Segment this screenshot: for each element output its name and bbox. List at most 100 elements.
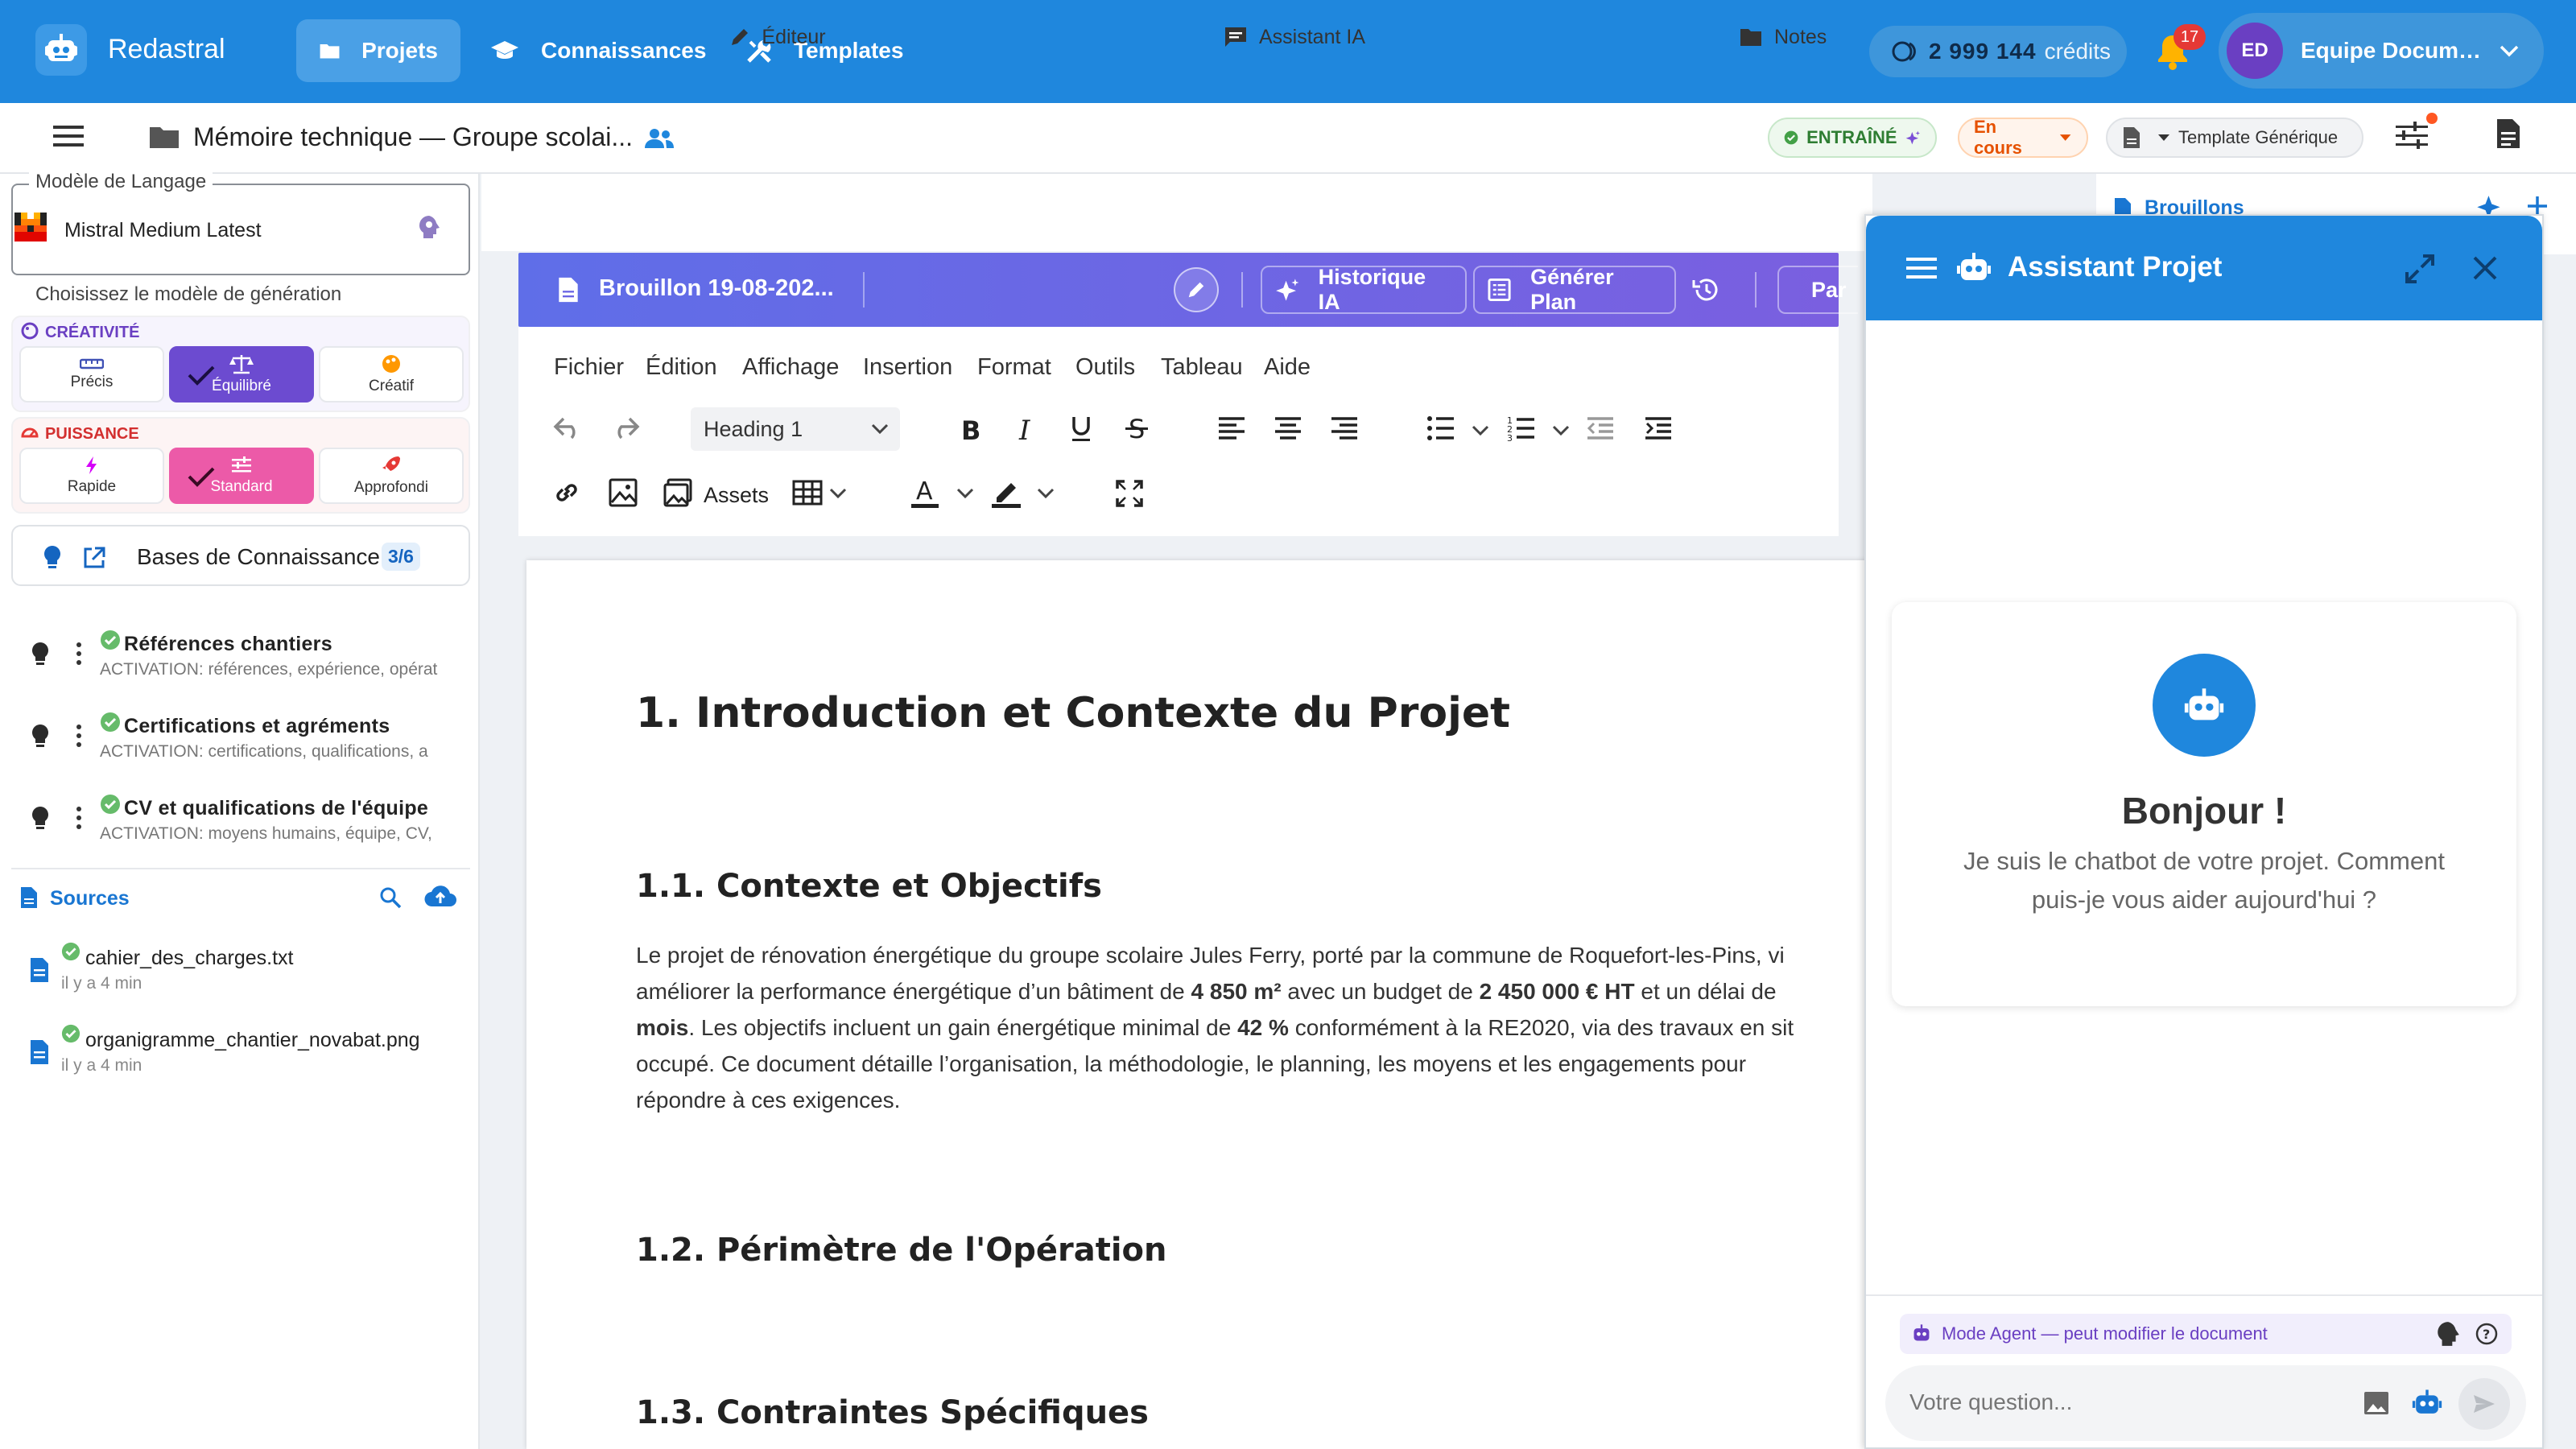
table-icon[interactable] [792, 480, 823, 506]
image-attach-icon[interactable] [2363, 1391, 2389, 1415]
document-title[interactable]: Mémoire technique — Groupe scolai... [193, 122, 633, 152]
question-input[interactable] [1909, 1385, 2344, 1420]
align-center-icon[interactable] [1274, 415, 1302, 441]
robot-icon[interactable] [2412, 1388, 2442, 1417]
numbered-list-icon[interactable]: 123 [1507, 414, 1536, 443]
search-icon[interactable] [378, 886, 402, 910]
kb-item[interactable]: CV et qualifications de l'équipe ACTIVAT… [0, 784, 480, 865]
indent-icon[interactable] [1644, 415, 1673, 441]
undo-icon[interactable] [552, 415, 584, 440]
menu-tableau[interactable]: Tableau [1161, 354, 1243, 381]
italic-icon[interactable]: I [1014, 415, 1038, 443]
creativity-option-creatif[interactable]: Créatif [319, 346, 464, 402]
cloud-upload-icon[interactable] [423, 884, 457, 910]
menu-outils[interactable]: Outils [1075, 354, 1135, 381]
source-name: cahier_des_charges.txt [85, 947, 294, 969]
pencil-icon [732, 29, 749, 45]
user-menu[interactable]: ED Equipe Documen... [2219, 13, 2544, 89]
chevron-down-icon[interactable] [1037, 488, 1055, 499]
menu-affichage[interactable]: Affichage [742, 354, 839, 381]
kb-item[interactable]: Références chantiers ACTIVATION: référen… [0, 620, 480, 700]
text-run: et un délai de [1634, 979, 1777, 1004]
close-icon[interactable] [2471, 254, 2499, 282]
align-left-icon[interactable] [1217, 415, 1246, 441]
tab-assistant-ia[interactable]: Assistant IA [1024, 0, 1565, 74]
divider [863, 272, 865, 308]
more-vertical-icon[interactable] [76, 723, 82, 749]
power-option-rapide[interactable]: Rapide [19, 448, 164, 504]
shared-users-icon[interactable] [644, 127, 675, 150]
folder-icon [1740, 29, 1761, 46]
nav-projets[interactable]: Projets [296, 19, 460, 82]
document-icon [559, 277, 578, 303]
kb-item[interactable]: Certifications et agréments ACTIVATION: … [0, 702, 480, 782]
svg-text:A: A [916, 477, 933, 506]
hamburger-menu-button[interactable] [53, 124, 84, 148]
strikethrough-icon[interactable]: S [1124, 414, 1150, 443]
tab-notes[interactable]: Notes [1739, 0, 1868, 74]
outdent-icon[interactable] [1586, 415, 1615, 441]
check-circle-icon [101, 630, 120, 650]
progress-status-select[interactable]: En cours [1958, 117, 2088, 158]
assets-label[interactable]: Assets [704, 483, 769, 508]
creativity-option-precis[interactable]: Précis [19, 346, 164, 402]
document-icon [2124, 127, 2140, 148]
bullet-list-icon[interactable] [1426, 415, 1455, 441]
menu-format[interactable]: Format [977, 354, 1051, 381]
lightbulb-icon[interactable] [31, 641, 50, 667]
chevron-down-icon[interactable] [1552, 425, 1570, 436]
lightbulb-icon[interactable] [31, 723, 50, 749]
settings-sliders-button[interactable] [2394, 119, 2429, 151]
redo-icon[interactable] [609, 415, 641, 440]
trained-status-chip[interactable]: ENTRAÎNÉ [1768, 118, 1937, 158]
text-color-icon[interactable]: A [910, 477, 940, 509]
align-right-icon[interactable] [1330, 415, 1359, 441]
assets-icon[interactable] [663, 478, 692, 507]
kb-item-activation: ACTIVATION: certifications, qualificatio… [100, 742, 428, 761]
share-button[interactable]: Par [1777, 266, 1858, 314]
menu-icon[interactable] [1906, 256, 1937, 280]
menu-fichier[interactable]: Fichier [554, 354, 624, 381]
rename-draft-button[interactable] [1174, 267, 1219, 312]
chevron-down-icon[interactable] [1472, 425, 1489, 436]
model-legend: Modèle de Langage [29, 171, 213, 193]
credits-counter[interactable]: 2 999 144 crédits [1869, 26, 2127, 77]
menu-edition[interactable]: Édition [646, 354, 717, 381]
menu-aide[interactable]: Aide [1264, 354, 1311, 381]
fullscreen-icon[interactable] [1116, 480, 1143, 507]
source-item[interactable]: organigramme_chantier_novabat.png il y a… [0, 1016, 480, 1096]
chevron-down-icon[interactable] [956, 488, 974, 499]
ai-history-button[interactable]: Historique IA [1261, 265, 1467, 314]
source-item[interactable]: cahier_des_charges.txt il y a 4 min [0, 934, 480, 1014]
help-circle-icon[interactable]: ? [2475, 1322, 2499, 1346]
history-icon[interactable] [1692, 277, 1719, 303]
chevron-down-icon[interactable] [829, 488, 847, 499]
power-option-approfondi[interactable]: Approfondi [319, 448, 464, 504]
tab-editeur[interactable]: Éditeur [531, 0, 1024, 77]
draft-title[interactable]: Brouillon 19-08-202... [599, 275, 834, 302]
app-logo[interactable] [35, 24, 87, 76]
link-icon[interactable] [552, 478, 581, 507]
send-button[interactable] [2458, 1378, 2510, 1430]
highlight-icon[interactable] [990, 477, 1022, 509]
user-avatar: ED [2227, 23, 2283, 79]
more-vertical-icon[interactable] [76, 805, 82, 831]
psychology-icon[interactable] [2434, 1320, 2462, 1348]
template-select[interactable]: Template Générique [2106, 118, 2363, 158]
lightbulb-icon[interactable] [31, 805, 50, 831]
expand-icon[interactable] [2404, 253, 2436, 285]
check-circle-icon [101, 795, 120, 814]
more-vertical-icon[interactable] [76, 641, 82, 667]
document-page[interactable]: 1. Introduction et Contexte du Projet 1.… [526, 560, 1895, 1449]
psychology-icon[interactable] [417, 214, 441, 240]
block-format-select[interactable]: Heading 1 [691, 407, 900, 451]
menu-insertion[interactable]: Insertion [863, 354, 952, 381]
chat-input[interactable] [1885, 1365, 2526, 1441]
image-icon[interactable] [609, 478, 638, 507]
knowledge-bases-button[interactable]: Bases de Connaissance 3/6 [11, 525, 470, 586]
underline-icon[interactable] [1069, 414, 1093, 443]
generate-plan-button[interactable]: Générer Plan [1473, 265, 1676, 314]
document-panel-button[interactable] [2496, 118, 2521, 150]
agent-mode-bar[interactable]: Mode Agent — peut modifier le document ? [1900, 1314, 2512, 1354]
bold-icon[interactable]: B [958, 415, 982, 443]
